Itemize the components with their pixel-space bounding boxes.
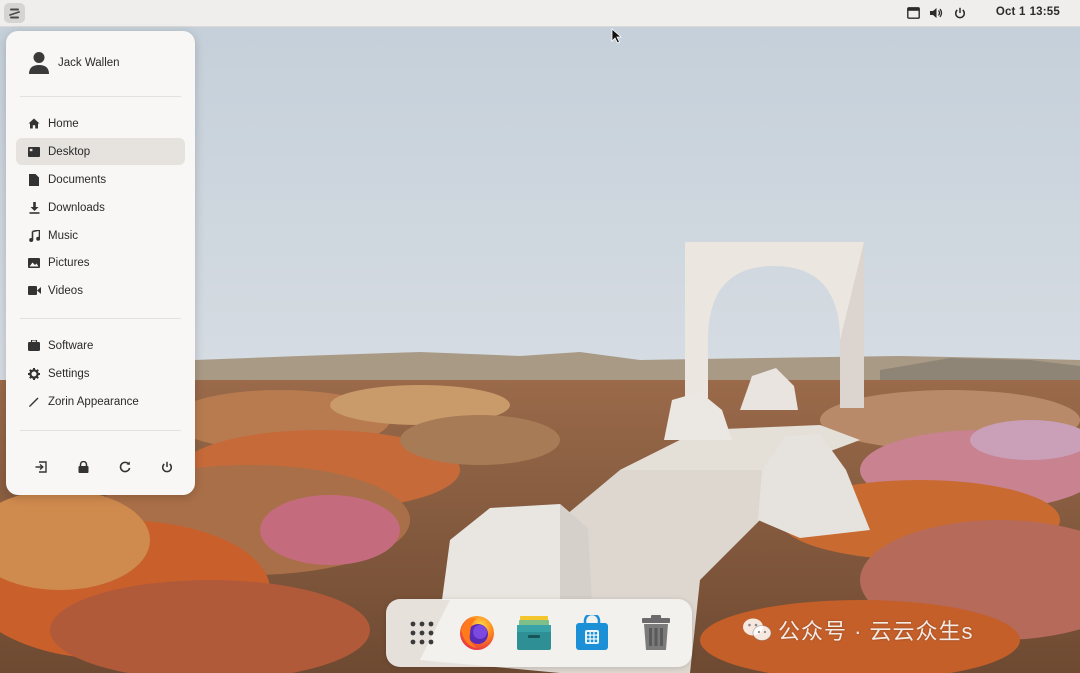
trash-launcher[interactable] bbox=[636, 613, 676, 653]
top-panel: Oct 1 13:55 bbox=[0, 0, 1080, 27]
music-icon bbox=[27, 229, 41, 243]
power-icon bbox=[161, 461, 173, 473]
place-desktop[interactable]: Desktop bbox=[16, 138, 185, 165]
place-music-label: Music bbox=[48, 229, 79, 242]
place-music[interactable]: Music bbox=[16, 222, 185, 249]
place-documents[interactable]: Documents bbox=[16, 166, 185, 193]
display-icon[interactable] bbox=[905, 5, 921, 21]
files-icon bbox=[517, 616, 551, 650]
download-icon bbox=[27, 201, 41, 215]
software-store-icon bbox=[576, 615, 608, 650]
gear-icon bbox=[27, 367, 41, 381]
dock bbox=[386, 599, 692, 667]
briefcase-icon bbox=[27, 339, 41, 353]
power-menu-icon[interactable] bbox=[952, 5, 968, 21]
clock[interactable]: Oct 1 13:55 bbox=[992, 6, 1060, 18]
volume-icon[interactable] bbox=[928, 5, 944, 21]
user-name: Jack Wallen bbox=[58, 57, 120, 69]
places-menu: Jack Wallen Home Desktop Documents Downl… bbox=[6, 31, 195, 495]
lock-button[interactable] bbox=[72, 456, 94, 478]
files-launcher[interactable] bbox=[514, 613, 554, 653]
trash-icon bbox=[642, 615, 670, 650]
firefox-icon bbox=[460, 616, 494, 650]
zorin-logo-icon bbox=[9, 8, 20, 18]
app-zorin-appearance-label: Zorin Appearance bbox=[48, 395, 139, 408]
document-icon bbox=[27, 173, 41, 187]
zorin-menu-button[interactable] bbox=[4, 3, 25, 23]
logout-icon bbox=[35, 461, 47, 473]
clock-time: 13:55 bbox=[1029, 6, 1060, 18]
place-pictures-label: Pictures bbox=[48, 256, 90, 269]
app-settings[interactable]: Settings bbox=[16, 360, 185, 387]
place-home[interactable]: Home bbox=[16, 110, 185, 137]
place-videos[interactable]: Videos bbox=[16, 277, 185, 304]
shutdown-button[interactable] bbox=[156, 456, 178, 478]
user-account-row[interactable]: Jack Wallen bbox=[28, 51, 120, 75]
software-store-launcher[interactable] bbox=[572, 613, 612, 653]
app-software-label: Software bbox=[48, 339, 94, 352]
watermark: 公众号 · 云云众生s bbox=[742, 615, 974, 645]
app-software[interactable]: Software bbox=[16, 332, 185, 359]
separator bbox=[20, 430, 181, 431]
place-videos-label: Videos bbox=[48, 284, 83, 297]
video-icon bbox=[27, 284, 41, 298]
desktop-icon bbox=[27, 145, 41, 159]
separator bbox=[20, 318, 181, 319]
place-documents-label: Documents bbox=[48, 173, 107, 186]
user-avatar-icon bbox=[29, 52, 49, 74]
separator bbox=[20, 96, 181, 97]
home-icon bbox=[27, 117, 41, 131]
place-downloads-label: Downloads bbox=[48, 201, 105, 214]
place-home-label: Home bbox=[48, 117, 79, 130]
logout-button[interactable] bbox=[30, 456, 52, 478]
firefox-launcher[interactable] bbox=[457, 613, 497, 653]
restart-button[interactable] bbox=[114, 456, 136, 478]
system-actions bbox=[30, 456, 175, 478]
picture-icon bbox=[27, 256, 41, 270]
clock-date: Oct 1 bbox=[995, 6, 1026, 18]
place-downloads[interactable]: Downloads bbox=[16, 194, 185, 221]
restart-icon bbox=[119, 461, 131, 473]
watermark-text: 公众号 · 云云众生s bbox=[778, 619, 974, 644]
place-desktop-label: Desktop bbox=[48, 145, 91, 158]
appearance-icon bbox=[27, 395, 41, 409]
app-zorin-appearance[interactable]: Zorin Appearance bbox=[16, 388, 185, 415]
lock-icon bbox=[78, 461, 88, 473]
app-settings-label: Settings bbox=[48, 367, 90, 380]
app-grid-icon bbox=[410, 621, 434, 645]
place-pictures[interactable]: Pictures bbox=[16, 249, 185, 276]
app-grid-button[interactable] bbox=[402, 613, 442, 653]
wechat-icon bbox=[743, 618, 772, 641]
mouse-cursor-icon bbox=[611, 28, 623, 44]
